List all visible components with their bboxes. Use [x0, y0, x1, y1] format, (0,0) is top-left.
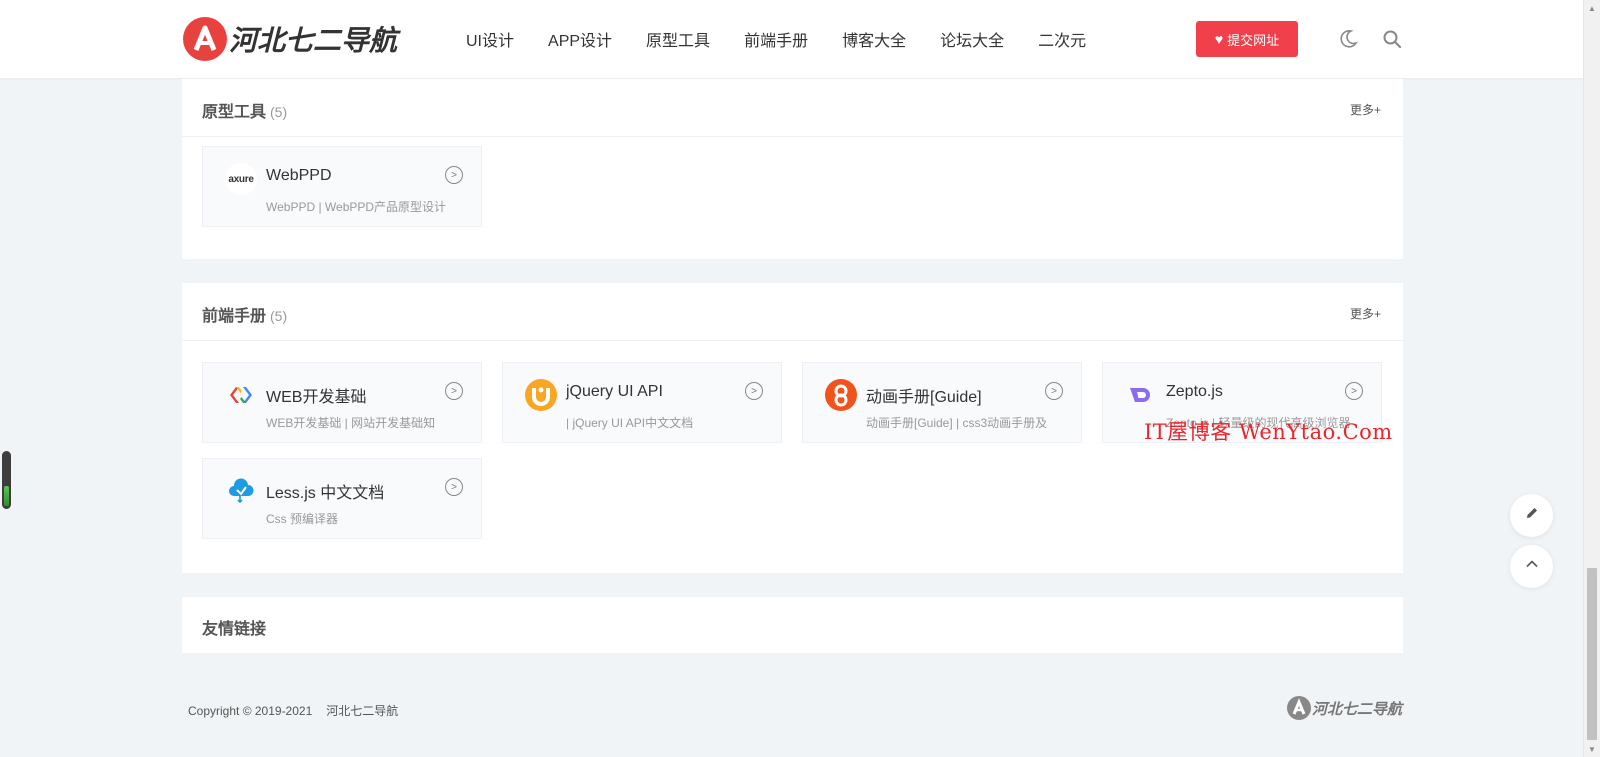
nav-item-blogs[interactable]: 博客大全: [842, 27, 906, 51]
card-desc: | jQuery UI API中文文档: [566, 416, 694, 430]
arrow-right-icon[interactable]: >: [745, 382, 763, 400]
footer-site-link[interactable]: 河北七二导航: [326, 704, 398, 718]
card-desc: 动画手册[Guide] | css3动画手册及: [866, 416, 1048, 430]
card-desc: Css 预编译器: [266, 512, 339, 526]
logo-text: 河北七二导航: [229, 24, 398, 57]
copyright-text: Copyright © 2019-2021: [188, 704, 313, 718]
axure-logo-icon: axure: [225, 163, 257, 195]
submit-url-label: 提交网址: [1227, 32, 1280, 48]
watermark-text: IT屋博客 WenYtao.Com: [1144, 420, 1393, 444]
edit-button[interactable]: [1510, 494, 1553, 537]
more-link[interactable]: 更多+: [1350, 305, 1381, 322]
moon-icon[interactable]: [1337, 28, 1359, 50]
scroll-thumb[interactable]: [1587, 568, 1597, 740]
footer-logo[interactable]: 河北七二导航: [1287, 695, 1402, 721]
section-count: (5): [270, 104, 288, 120]
side-progress-fill: [4, 486, 9, 506]
nav-item-acg[interactable]: 二次元: [1038, 27, 1086, 51]
google-web-logo-icon: [225, 379, 257, 411]
zepto-logo-icon: [1125, 379, 1157, 411]
arrow-right-icon[interactable]: >: [445, 478, 463, 496]
card-name: Less.js 中文文档: [266, 485, 385, 502]
card-name: Zepto.js: [1166, 383, 1223, 400]
jquery-ui-logo-icon: [525, 379, 557, 411]
less-logo-icon: [225, 475, 257, 507]
section-count: (5): [270, 308, 288, 324]
arrow-right-icon[interactable]: >: [1045, 382, 1063, 400]
nav-item-app[interactable]: APP设计: [548, 27, 612, 51]
section-header: 原型工具 (5) 更多+: [182, 79, 1403, 137]
scroll-down-arrow-icon[interactable]: ▼: [1584, 741, 1600, 757]
site-card[interactable]: axure WebPPD WebPPD | WebPPD产品原型设计 >: [202, 146, 482, 227]
site-header: 河北七二导航 UI设计 APP设计 原型工具 前端手册 博客大全 论坛大全 二次…: [0, 0, 1583, 78]
pencil-icon: [1525, 506, 1539, 525]
nav-item-forums[interactable]: 论坛大全: [940, 27, 1004, 51]
footer-copyright: Copyright © 2019-2021 河北七二导航: [188, 702, 398, 719]
more-link[interactable]: 更多+: [1350, 101, 1381, 118]
card-name: WebPPD: [266, 167, 332, 184]
scroll-up-arrow-icon[interactable]: ▲: [1584, 0, 1600, 16]
heart-icon: ♥: [1214, 31, 1224, 47]
side-progress-widget[interactable]: [2, 451, 11, 509]
site-card[interactable]: Less.js 中文文档 Css 预编译器 >: [202, 458, 482, 539]
search-icon[interactable]: [1381, 28, 1403, 50]
nav-item-ui[interactable]: UI设计: [466, 27, 514, 51]
card-desc: WebPPD | WebPPD产品原型设计: [266, 200, 447, 214]
page-scrollbar[interactable]: ▲ ▼: [1583, 0, 1600, 757]
section-title: 前端手册 (5): [202, 308, 288, 325]
card-name: 动画手册[Guide]: [866, 389, 982, 406]
arrow-right-icon[interactable]: >: [1345, 382, 1363, 400]
back-to-top-button[interactable]: [1510, 545, 1553, 588]
site-card[interactable]: jQuery UI API | jQuery UI API中文文档 >: [502, 362, 782, 443]
card-desc: WEB开发基础 | 网站开发基础知: [266, 416, 436, 430]
footer-logo-text: 河北七二导航: [1312, 700, 1403, 718]
section-title: 友情链接: [202, 621, 267, 638]
site-card[interactable]: 动画手册[Guide] 动画手册[Guide] | css3动画手册及 >: [802, 362, 1082, 443]
section-prototype: 原型工具 (5) 更多+ axure WebPPD WebPPD | WebPPD…: [182, 79, 1403, 259]
logo-mark-icon: [183, 17, 227, 61]
card-name: WEB开发基础: [266, 389, 367, 406]
arrow-right-icon[interactable]: >: [445, 166, 463, 184]
chevron-up-icon: [1525, 557, 1539, 576]
footer-logo-mark-icon: [1287, 696, 1311, 720]
site-card[interactable]: WEB开发基础 WEB开发基础 | 网站开发基础知 >: [202, 362, 482, 443]
arrow-right-icon[interactable]: >: [445, 382, 463, 400]
nav-item-frontend[interactable]: 前端手册: [744, 27, 808, 51]
main-nav: UI设计 APP设计 原型工具 前端手册 博客大全 论坛大全 二次元: [449, 0, 1103, 78]
section-header: 前端手册 (5) 更多+: [182, 283, 1403, 341]
card-name: jQuery UI API: [566, 383, 663, 400]
site-logo[interactable]: 河北七二导航: [183, 16, 403, 62]
section-title: 原型工具 (5): [202, 104, 288, 121]
nav-item-prototype[interactable]: 原型工具: [646, 27, 710, 51]
section-links: 友情链接: [182, 597, 1403, 653]
animate-logo-icon: [825, 379, 857, 411]
submit-url-button[interactable]: ♥ 提交网址: [1196, 21, 1298, 57]
